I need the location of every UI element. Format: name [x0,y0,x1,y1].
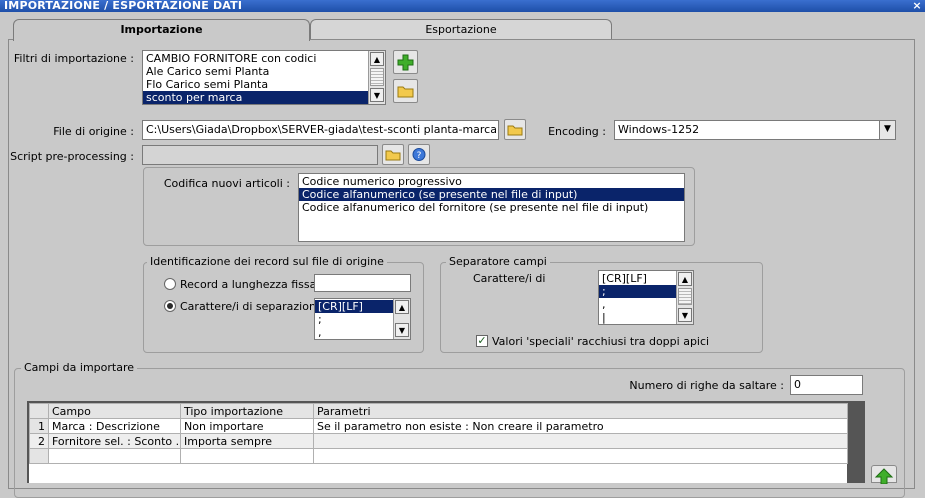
list-item[interactable]: sconto per marca [143,91,368,104]
file-origin-input[interactable]: C:\Users\Giada\Dropbox\SERVER-giada\test… [142,120,499,140]
table-row[interactable]: 2 Fornitore sel. : Sconto .... Importa s… [29,433,848,449]
browse-script-button[interactable] [382,144,404,165]
file-origin-label: File di origine : [53,125,134,138]
valori-speciali-checkbox[interactable]: ✓ [476,335,488,347]
column-header-parametri[interactable]: Parametri [313,403,848,419]
close-icon[interactable]: × [912,0,922,12]
move-up-button[interactable] [871,465,897,485]
campi-table-area: Campo Tipo importazione Parametri 1 Marc… [29,403,848,483]
list-item[interactable]: Codice alfanumerico (se presente nel fil… [299,188,684,201]
filters-label: Filtri di importazione : [13,52,134,65]
cell-empty[interactable] [48,448,181,464]
separatore-title: Separatore campi [446,255,550,268]
scroll-up-icon[interactable]: ▲ [370,52,384,66]
table-corner [29,403,49,419]
tab-esportazione[interactable]: Esportazione [310,19,612,40]
row-number: 1 [29,418,49,434]
encoding-select[interactable]: Windows-1252 ▼ [614,120,896,140]
window-title: IMPORTAZIONE / ESPORTAZIONE DATI [0,0,925,12]
separatore-list[interactable]: [CR][LF];, | ▲ ▼ [598,270,694,325]
row-number: 2 [29,433,49,449]
campi-table: Campo Tipo importazione Parametri 1 Marc… [29,403,848,464]
list-item[interactable]: Flo Carico semi Planta [143,78,368,91]
folder-icon [385,150,401,161]
list-item[interactable]: [CR][LF] [315,300,393,313]
cell-parametri[interactable]: Se il parametro non esiste : Non creare … [313,418,848,434]
record-fissa-input[interactable] [314,274,411,292]
record-fissa-radio[interactable] [164,278,176,290]
righe-saltare-label: Numero di righe da saltare : [629,379,784,392]
list-item[interactable]: Ale Carico semi Planta [143,65,368,78]
codifica-list[interactable]: Codice numerico progressivo Codice alfanu… [298,173,685,242]
cell-tipo[interactable]: Importa sempre [180,433,314,449]
identificazione-title: Identificazione dei record sul file di o… [147,255,387,268]
script-pre-label: Script pre-processing : [10,150,134,163]
table-row-empty[interactable] [29,448,848,464]
add-filter-button[interactable] [393,50,418,74]
chevron-down-icon[interactable]: ▼ [879,121,895,139]
cell-tipo[interactable]: Non importare [180,418,314,434]
cell-campo[interactable]: Fornitore sel. : Sconto .... [48,433,181,449]
cell-parametri[interactable] [313,433,848,449]
campi-title: Campi da importare [21,361,137,374]
svg-text:?: ? [417,151,422,161]
list-item[interactable]: , [599,298,677,311]
script-pre-input[interactable] [142,145,378,165]
separazione-label: Carattere/i di separazione [180,300,323,313]
scroll-down-icon[interactable]: ▼ [370,88,384,102]
row-number-empty [29,448,49,464]
codifica-label: Codifica nuovi articoli : [163,177,290,190]
column-header-tipo[interactable]: Tipo importazione [180,403,314,419]
list-item[interactable]: CAMBIO FORNITORE con codici [143,52,368,65]
separatore-label: Carattere/i di [473,272,546,285]
help-icon: ? [412,148,426,161]
list-item[interactable]: Codice numerico progressivo [299,175,684,188]
separazione-scrollbar[interactable]: ▲ ▼ [393,299,410,339]
column-header-campo[interactable]: Campo [48,403,181,419]
scroll-thumb[interactable] [370,68,384,86]
righe-saltare-input[interactable]: 0 [790,375,863,395]
script-help-button[interactable]: ? [408,144,430,165]
folder-icon [397,86,414,98]
arrow-up-icon [874,468,894,485]
cell-empty[interactable] [180,448,314,464]
list-item[interactable]: | [599,311,677,324]
scroll-down-icon[interactable]: ▼ [395,323,409,337]
list-item[interactable]: , [315,326,393,339]
scroll-up-icon[interactable]: ▲ [678,272,692,286]
list-item[interactable]: [CR][LF] [599,272,677,285]
table-row[interactable]: 1 Marca : Descrizione Non importare Se i… [29,418,848,434]
folder-icon [507,125,523,136]
check-icon: ✓ [477,334,487,347]
encoding-label: Encoding : [548,125,606,138]
browse-file-button[interactable] [504,119,526,140]
record-fissa-label: Record a lunghezza fissa [180,278,317,291]
filters-list[interactable]: CAMBIO FORNITORE con codici Ale Carico se… [142,50,386,105]
scroll-down-icon[interactable]: ▼ [678,308,692,322]
scroll-thumb[interactable] [678,288,692,305]
plus-icon [397,54,414,71]
open-filter-button[interactable] [393,79,418,103]
encoding-value: Windows-1252 [618,123,700,136]
filters-scrollbar[interactable]: ▲ ▼ [368,51,385,104]
cell-campo[interactable]: Marca : Descrizione [48,418,181,434]
separatore-scrollbar[interactable]: ▲ ▼ [676,271,693,324]
tab-importazione[interactable]: Importazione [13,19,310,41]
cell-empty[interactable] [313,448,848,464]
list-item[interactable]: ; [599,285,677,298]
scroll-up-icon[interactable]: ▲ [395,300,409,314]
separazione-radio[interactable] [164,300,176,312]
list-item[interactable]: Codice alfanumerico del fornitore (se pr… [299,201,684,214]
separazione-list[interactable]: [CR][LF];, ▲ ▼ [314,298,411,340]
valori-speciali-label: Valori 'speciali' racchiusi tra doppi ap… [492,335,710,348]
list-item[interactable]: ; [315,313,393,326]
